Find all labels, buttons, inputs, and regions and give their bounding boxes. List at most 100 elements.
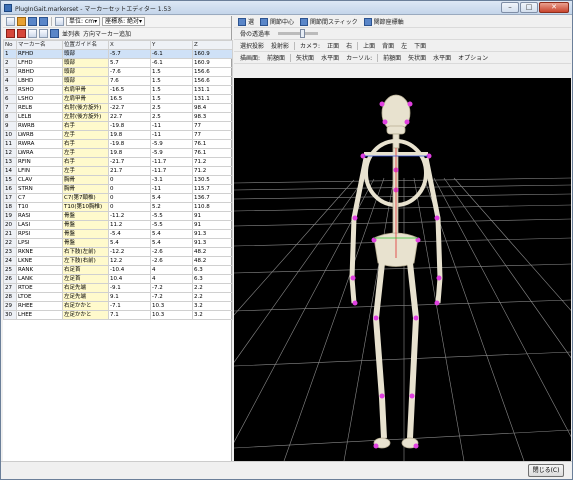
cell-z[interactable]: 6.3 [192, 265, 233, 275]
right-toolbar3-item[interactable]: 選択投影 [238, 41, 266, 50]
joint-center-toggle[interactable]: 関節中心 [260, 17, 294, 26]
cell-z[interactable]: 160.9 [192, 58, 233, 68]
cell-position-guide[interactable]: 骨盤 [62, 238, 109, 248]
cell-x[interactable]: 12.2 [108, 256, 151, 266]
cell-marker-name[interactable]: RASI [16, 211, 63, 221]
cell-x[interactable]: 0 [108, 184, 151, 194]
cell-y[interactable]: -11 [150, 121, 193, 131]
maximize-button[interactable]: □ [520, 2, 538, 13]
cell-z[interactable]: 77 [192, 121, 233, 131]
cell-y[interactable]: -11.7 [150, 166, 193, 176]
cell-x[interactable]: 0 [108, 193, 151, 203]
cell-z[interactable]: 76.1 [192, 139, 233, 149]
cell-position-guide[interactable]: 左手 [62, 130, 109, 140]
right-toolbar3-item[interactable]: 左 [399, 41, 409, 50]
cell-marker-name[interactable]: LFHD [16, 58, 63, 68]
right-toolbar4-item[interactable]: 水平面 [319, 53, 341, 62]
cell-position-guide[interactable]: 右足先端 [62, 283, 109, 293]
cell-z[interactable]: 2.2 [192, 292, 233, 302]
right-toolbar3-item[interactable]: 正面 [325, 41, 341, 50]
cell-y[interactable]: -5.9 [150, 148, 193, 158]
cell-position-guide[interactable]: 骨盤 [62, 229, 109, 239]
cell-x[interactable]: -5.7 [108, 49, 151, 59]
cut-icon[interactable] [17, 29, 26, 38]
cell-y[interactable]: -6.1 [150, 49, 193, 59]
table-row[interactable]: 30 LHEE 左足かかと 7.1 10.3 3.2 [3, 310, 233, 320]
cell-marker-name[interactable]: LTOE [16, 292, 63, 302]
table-row[interactable]: 22 LPSI 骨盤 5.4 5.4 91.3 [3, 238, 233, 248]
undo-icon[interactable] [28, 29, 37, 38]
unit-select[interactable]: 単位: cm▾ [66, 17, 101, 26]
delete-icon[interactable] [6, 29, 15, 38]
header-z[interactable]: Z [192, 40, 233, 50]
cell-marker-name[interactable]: CLAV [16, 175, 63, 185]
cell-position-guide[interactable]: 右肩甲骨 [62, 85, 109, 95]
cell-y[interactable]: -2.6 [150, 247, 193, 257]
cell-x[interactable]: -7.1 [108, 301, 151, 311]
cell-y[interactable]: 2.5 [150, 112, 193, 122]
cell-z[interactable]: 91.3 [192, 229, 233, 239]
cell-marker-name[interactable]: LASI [16, 220, 63, 230]
right-toolbar4-item[interactable]: 矢状面 [294, 53, 316, 62]
right-toolbar3-item[interactable]: 下面 [412, 41, 428, 50]
save-icon[interactable] [28, 17, 37, 26]
right-toolbar4-item[interactable]: 前額面 [381, 53, 403, 62]
header-position-guide[interactable]: 位置ガイド名 [62, 40, 109, 50]
table-row[interactable]: 7 RELB 右肘(後方旋外) -22.7 2.5 98.4 [3, 103, 233, 113]
cell-position-guide[interactable]: T10(第10胸椎) [62, 202, 109, 212]
right-toolbar4-item[interactable]: カーソル: [344, 53, 374, 62]
table-row[interactable]: 3 RBHD 頭部 -7.6 1.5 156.6 [3, 67, 233, 77]
table-row[interactable]: 29 RHEE 右足かかと -7.1 10.3 3.2 [3, 301, 233, 311]
cell-position-guide[interactable]: 左足首 [62, 274, 109, 284]
cell-position-guide[interactable]: 胸骨 [62, 175, 109, 185]
table-row[interactable]: 5 RSHO 右肩甲骨 -16.5 1.5 131.1 [3, 85, 233, 95]
cell-z[interactable]: 160.9 [192, 49, 233, 59]
cell-marker-name[interactable]: LFIN [16, 166, 63, 176]
cell-position-guide[interactable]: 左足先端 [62, 292, 109, 302]
joint-axis-toggle[interactable]: 関節座標軸 [363, 17, 404, 26]
table-row[interactable]: 11 RWRA 右手 -19.8 -5.9 76.1 [3, 139, 233, 149]
3d-viewport[interactable] [234, 78, 571, 461]
table-row[interactable]: 23 RKNE 右下肢(左前) -12.2 -2.6 48.2 [3, 247, 233, 257]
cell-position-guide[interactable]: 右下肢(左前) [62, 247, 109, 257]
cell-z[interactable]: 98.3 [192, 112, 233, 122]
cell-y[interactable]: -5.5 [150, 211, 193, 221]
cell-position-guide[interactable]: 骨盤 [62, 211, 109, 221]
slider-thumb[interactable] [300, 29, 306, 38]
cell-z[interactable]: 3.2 [192, 310, 233, 320]
table-row[interactable]: 4 LBHD 頭部 7.6 1.5 156.6 [3, 76, 233, 86]
cell-y[interactable]: -5.5 [150, 220, 193, 230]
cell-z[interactable]: 77 [192, 130, 233, 140]
cell-marker-name[interactable]: RTOE [16, 283, 63, 293]
save-as-icon[interactable] [39, 17, 48, 26]
cell-marker-name[interactable]: LWRB [16, 130, 63, 140]
cell-position-guide[interactable]: 左肘(後方旋外) [62, 112, 109, 122]
cell-position-guide[interactable]: 左下肢(右前) [62, 256, 109, 266]
right-toolbar3-item[interactable]: カメラ: [298, 41, 322, 50]
cell-position-guide[interactable]: 右足首 [62, 265, 109, 275]
cell-x[interactable]: -12.2 [108, 247, 151, 257]
cell-marker-name[interactable]: RPSI [16, 229, 63, 239]
cell-position-guide[interactable]: 頭部 [62, 58, 109, 68]
cell-x[interactable]: -19.8 [108, 139, 151, 149]
table-row[interactable]: 24 LKNE 左下肢(右前) 12.2 -2.6 48.2 [3, 256, 233, 266]
cell-y[interactable]: -7.2 [150, 292, 193, 302]
cell-marker-name[interactable]: RELB [16, 103, 63, 113]
table-row[interactable]: 16 STRN 胸骨 0 -11 115.7 [3, 184, 233, 194]
cell-z[interactable]: 3.2 [192, 301, 233, 311]
right-toolbar4-item[interactable]: 水平面 [431, 53, 453, 62]
cell-position-guide[interactable]: C7(第7頸椎) [62, 193, 109, 203]
cell-z[interactable]: 48.2 [192, 247, 233, 257]
cell-y[interactable]: -2.6 [150, 256, 193, 266]
cell-marker-name[interactable]: LELB [16, 112, 63, 122]
bone-opacity-slider[interactable] [278, 29, 319, 38]
select-toggle[interactable]: 選 [238, 17, 254, 26]
cell-z[interactable]: 76.1 [192, 148, 233, 158]
cell-x[interactable]: -16.5 [108, 85, 151, 95]
cell-y[interactable]: 5.4 [150, 193, 193, 203]
table-row[interactable]: 6 LSHO 左肩甲骨 16.5 1.5 131.1 [3, 94, 233, 104]
cell-y[interactable]: -3.1 [150, 175, 193, 185]
cell-x[interactable]: -9.1 [108, 283, 151, 293]
close-dialog-button[interactable]: 閉じる(C) [528, 464, 564, 477]
table-row[interactable]: 21 RPSI 骨盤 -5.4 5.4 91.3 [3, 229, 233, 239]
